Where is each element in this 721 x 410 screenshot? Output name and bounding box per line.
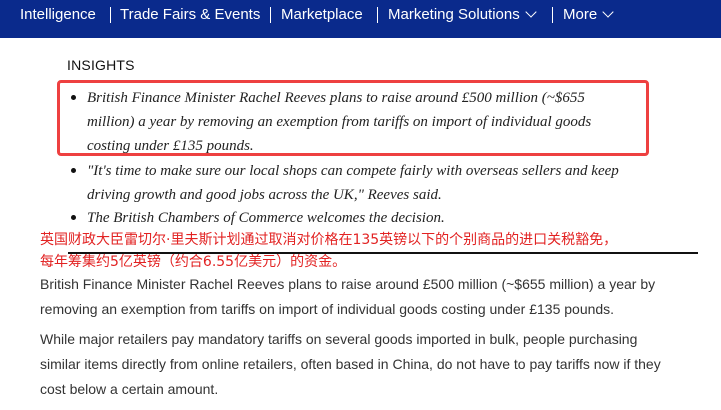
nav-item-trade-fairs-events[interactable]: Trade Fairs & Events bbox=[120, 6, 260, 24]
paragraph-line: While major retailers pay mandatory tari… bbox=[40, 331, 638, 347]
paragraph-line: cost below a certain amount. bbox=[40, 381, 219, 397]
nav-divider bbox=[110, 7, 111, 23]
paragraph-line: removing an exemption from tariffs on im… bbox=[40, 301, 615, 317]
annotation-underline bbox=[68, 252, 698, 254]
chinese-annotation: 英国财政大臣雷切尔·里夫斯计划通过取消对价格在135英镑以下的个别商品的进口关税… bbox=[40, 229, 710, 273]
insight-bullet-2-line-2: driving growth and good jobs across the … bbox=[87, 187, 442, 203]
chinese-annotation-line-2: 每年筹集约5亿英镑（约合6.55亿美元）的资金。 bbox=[40, 254, 347, 270]
insight-bullet-2-line-1: "It's time to make sure our local shops … bbox=[87, 163, 619, 179]
nav-item-intelligence[interactable]: Intelligence bbox=[20, 6, 96, 24]
article-paragraph-1: British Finance Minister Rachel Reeves p… bbox=[40, 272, 700, 322]
top-navigation-bar: Intelligence Trade Fairs & Events Market… bbox=[0, 0, 721, 38]
insights-label: INSIGHTS bbox=[67, 57, 135, 73]
paragraph-line: similar items directly from online retai… bbox=[40, 356, 661, 372]
bullet-icon bbox=[71, 168, 76, 173]
nav-divider bbox=[552, 7, 553, 23]
article-paragraph-2: While major retailers pay mandatory tari… bbox=[40, 327, 700, 402]
insight-bullet-3-line-1: The British Chambers of Commerce welcome… bbox=[87, 210, 445, 226]
chevron-down-icon bbox=[602, 6, 614, 18]
nav-divider bbox=[270, 7, 271, 23]
chinese-annotation-line-1: 英国财政大臣雷切尔·里夫斯计划通过取消对价格在135英镑以下的个别商品的进口关税… bbox=[40, 232, 618, 248]
nav-item-more[interactable]: More bbox=[563, 6, 614, 24]
nav-item-more-label: More bbox=[563, 6, 598, 23]
highlight-box bbox=[57, 80, 649, 156]
nav-item-marketing-solutions-label: Marketing Solutions bbox=[388, 6, 520, 23]
chevron-down-icon bbox=[525, 6, 537, 18]
nav-item-marketing-solutions[interactable]: Marketing Solutions bbox=[388, 6, 537, 24]
paragraph-line: British Finance Minister Rachel Reeves p… bbox=[40, 276, 656, 292]
bullet-icon bbox=[71, 215, 76, 220]
nav-item-marketplace[interactable]: Marketplace bbox=[281, 6, 363, 24]
nav-divider bbox=[377, 7, 378, 23]
